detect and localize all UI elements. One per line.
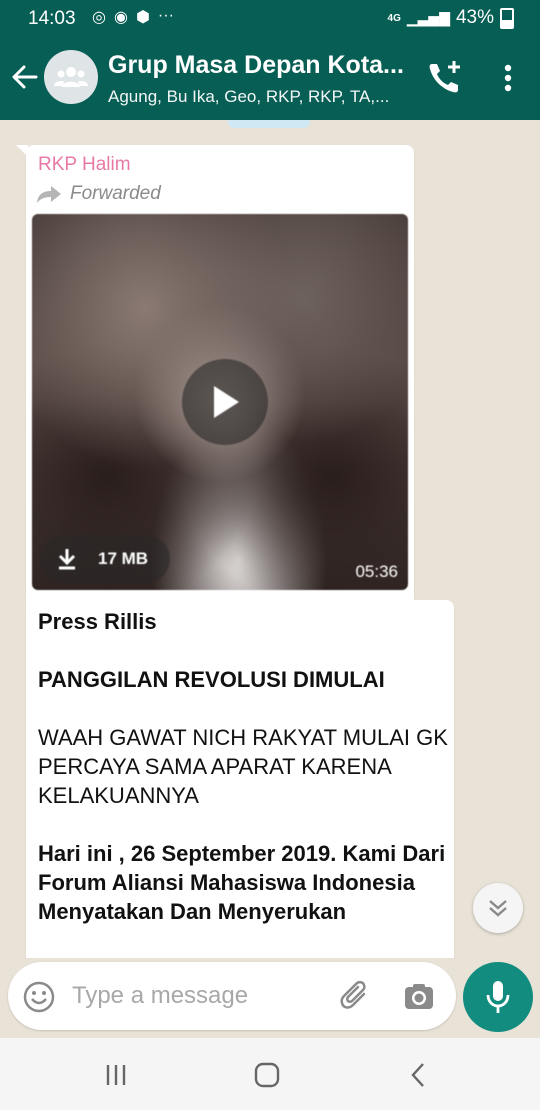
battery-icon <box>500 7 514 29</box>
more-options-icon[interactable] <box>494 60 522 100</box>
video-duration: 05:36 <box>355 562 398 581</box>
vpn-icon: ⬢ <box>135 9 150 26</box>
status-right: 4G ▁▃▅▇ 43% <box>388 7 514 29</box>
double-chevron-down-icon <box>489 900 507 917</box>
status-time: 14:03 <box>28 8 76 29</box>
download-button[interactable]: 17 MB <box>40 535 170 583</box>
attach-icon[interactable] <box>338 979 372 1013</box>
emoji-icon[interactable] <box>22 980 56 1014</box>
play-icon <box>214 386 239 418</box>
message-text: Press Rillis PANGGILAN REVOLUSI DIMULAI … <box>38 607 448 926</box>
chat-members[interactable]: Agung, Bu Ika, Geo, RKP, RKP, TA,... <box>108 87 389 107</box>
location-icon: ◉ <box>113 9 128 26</box>
previous-message-edge <box>228 120 310 128</box>
system-navigation-bar <box>0 1038 540 1110</box>
chat-title[interactable]: Grup Masa Depan Kota... <box>108 51 404 80</box>
message-composer[interactable]: Type a message <box>8 962 456 1030</box>
sender-name[interactable]: RKP Halim <box>38 154 131 176</box>
home-icon <box>254 1062 280 1088</box>
back-button[interactable] <box>398 1060 438 1090</box>
message-line-paragraph: WAAH GAWAT NICH RAKYAT MULAI GK PERCAYA … <box>38 725 448 808</box>
voice-message-button[interactable] <box>463 962 533 1032</box>
download-icon <box>58 549 76 570</box>
notification-icons: ◎ ◉ ⬢ ··· <box>92 7 174 27</box>
chat-area[interactable]: RKP Halim Forwarded 17 MB 05:36 Press Ri… <box>0 120 540 958</box>
network-type: 4G <box>387 12 401 24</box>
forward-arrow-icon <box>37 186 61 203</box>
group-avatar[interactable] <box>44 50 98 104</box>
message-line-title: Press Rillis <box>38 609 157 634</box>
message-line-heading: PANGGILAN REVOLUSI DIMULAI <box>38 667 385 692</box>
forwarded-label: Forwarded <box>36 183 161 205</box>
group-icon <box>54 67 88 87</box>
more-notifications-icon: ··· <box>157 7 174 24</box>
signal-icon: ▁▃▅▇ <box>406 9 450 26</box>
recent-apps-button[interactable] <box>96 1060 136 1090</box>
text-message-bubble[interactable]: Press Rillis PANGGILAN REVOLUSI DIMULAI … <box>26 600 454 958</box>
hotspot-icon: ◎ <box>92 9 106 26</box>
play-button[interactable] <box>182 359 268 445</box>
battery-percent: 43% <box>455 7 494 28</box>
back-arrow-icon[interactable] <box>8 54 42 100</box>
home-button[interactable] <box>247 1060 287 1090</box>
status-bar: 14:03 ◎ ◉ ⬢ ··· 4G ▁▃▅▇ 43% <box>0 0 540 36</box>
microphone-icon <box>486 981 510 1013</box>
video-size: 17 MB <box>98 549 149 568</box>
add-call-icon[interactable] <box>424 58 464 98</box>
forwarded-text: Forwarded <box>70 183 161 204</box>
message-line-statement: Hari ini , 26 September 2019. Kami Dari … <box>38 841 446 924</box>
recent-apps-icon <box>106 1065 126 1085</box>
message-input[interactable]: Type a message <box>72 982 248 1010</box>
chat-header: Grup Masa Depan Kota... Agung, Bu Ika, G… <box>0 36 540 120</box>
camera-icon[interactable] <box>402 980 436 1014</box>
back-icon <box>411 1063 424 1087</box>
video-thumbnail[interactable]: 17 MB 05:36 <box>32 214 408 590</box>
video-message-bubble[interactable]: RKP Halim Forwarded 17 MB 05:36 <box>16 145 414 615</box>
scroll-to-bottom-button[interactable] <box>473 883 523 933</box>
